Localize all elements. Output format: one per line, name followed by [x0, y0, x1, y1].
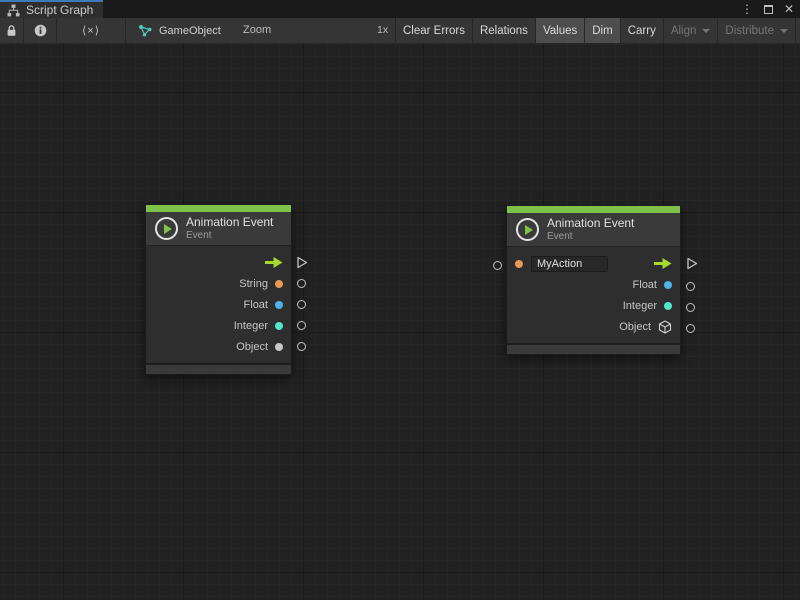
- info-icon: [34, 24, 47, 37]
- node-accent-bar: [146, 205, 291, 212]
- code-view-button[interactable]: ⟨×⟩: [57, 18, 126, 43]
- port-row-string: String: [146, 273, 291, 294]
- window-controls: ⋮ ✕: [741, 0, 794, 18]
- toolbar-right-group: Clear Errors Relations Values Dim Carry …: [395, 18, 800, 43]
- port-row-float: Float: [507, 274, 680, 295]
- lock-button[interactable]: [0, 18, 24, 43]
- graph-canvas[interactable]: Animation Event Event String Float: [0, 44, 800, 600]
- relations-button[interactable]: Relations: [472, 18, 535, 43]
- name-input-row: [507, 253, 680, 274]
- distribute-label: Distribute: [725, 25, 774, 37]
- maximize-icon[interactable]: [764, 5, 773, 14]
- port-label: Float: [633, 279, 657, 291]
- zoom-value: 1x: [377, 18, 388, 43]
- values-button[interactable]: Values: [535, 18, 584, 43]
- tab-title: Script Graph: [26, 3, 93, 17]
- event-play-icon: [516, 218, 539, 241]
- node-subtitle: Event: [547, 231, 634, 243]
- align-button[interactable]: Align: [663, 18, 718, 43]
- clear-errors-button[interactable]: Clear Errors: [395, 18, 472, 43]
- float-output-port[interactable]: [686, 282, 695, 291]
- flow-output-port[interactable]: [296, 256, 308, 269]
- port-row-float: Float: [146, 294, 291, 315]
- animation-event-node-right[interactable]: Animation Event Event Float: [506, 205, 681, 355]
- float-port-dot: [664, 281, 672, 289]
- flow-arrow-icon: [265, 257, 283, 268]
- flow-output-row: [146, 252, 291, 273]
- integer-output-port[interactable]: [686, 303, 695, 312]
- port-label: Float: [244, 299, 268, 311]
- script-graph-window: Script Graph ⋮ ✕: [0, 0, 800, 600]
- toolbar: ⟨×⟩ GameObject Zoom 1x Clear Errors Rela…: [0, 18, 800, 44]
- node-header[interactable]: Animation Event Event: [507, 213, 680, 247]
- port-row-integer: Integer: [146, 315, 291, 336]
- toolbar-left-group: ⟨×⟩: [0, 18, 126, 43]
- dim-button[interactable]: Dim: [584, 18, 619, 43]
- object-port-dot: [275, 343, 283, 351]
- graph-object-icon: [138, 24, 153, 38]
- flow-arrow-icon: [654, 258, 672, 269]
- action-name-input[interactable]: [531, 256, 608, 272]
- node-body: Float Integer Object: [507, 247, 680, 343]
- close-icon[interactable]: ✕: [784, 0, 794, 18]
- node-title: Animation Event: [186, 216, 273, 230]
- node-body: String Float Integer Object: [146, 246, 291, 363]
- graph-tab-icon: [7, 4, 20, 17]
- inspect-button[interactable]: [24, 18, 57, 43]
- object-output-port[interactable]: [686, 324, 695, 333]
- float-output-port[interactable]: [297, 300, 306, 309]
- chevron-down-icon: [702, 29, 710, 33]
- tab-script-graph[interactable]: Script Graph: [0, 0, 103, 18]
- flow-input-port[interactable]: [493, 261, 502, 270]
- node-accent-bar: [507, 206, 680, 213]
- align-label: Align: [671, 25, 697, 37]
- port-label: Integer: [623, 300, 657, 312]
- animation-event-node-left[interactable]: Animation Event Event String Float: [145, 204, 292, 375]
- node-footer[interactable]: [146, 363, 291, 374]
- cube-icon: [658, 320, 672, 334]
- title-bar: Script Graph ⋮ ✕: [0, 0, 800, 18]
- flow-output-port[interactable]: [686, 257, 698, 270]
- string-output-port[interactable]: [297, 279, 306, 288]
- integer-port-dot: [664, 302, 672, 310]
- integer-port-dot: [275, 322, 283, 330]
- string-port-dot: [275, 280, 283, 288]
- graph-picker-label: GameObject: [159, 25, 221, 37]
- port-label: String: [239, 278, 268, 290]
- integer-output-port[interactable]: [297, 321, 306, 330]
- distribute-button[interactable]: Distribute: [717, 18, 795, 43]
- float-port-dot: [275, 301, 283, 309]
- port-label: Object: [619, 321, 651, 333]
- port-row-integer: Integer: [507, 295, 680, 316]
- menu-icon[interactable]: ⋮: [741, 0, 753, 18]
- zoom-label: Zoom: [243, 18, 271, 43]
- object-output-port[interactable]: [297, 342, 306, 351]
- graph-picker[interactable]: GameObject: [138, 18, 221, 43]
- port-label: Integer: [234, 320, 268, 332]
- node-subtitle: Event: [186, 230, 273, 242]
- event-play-icon: [155, 217, 178, 240]
- lock-icon: [6, 24, 17, 37]
- code-view-icon: ⟨×⟩: [82, 24, 100, 37]
- overview-button[interactable]: Overview: [795, 18, 800, 43]
- chevron-down-icon: [780, 29, 788, 33]
- node-footer[interactable]: [507, 343, 680, 354]
- node-title: Animation Event: [547, 217, 634, 231]
- carry-button[interactable]: Carry: [620, 18, 663, 43]
- port-row-object: Object: [507, 316, 680, 337]
- port-label: Object: [236, 341, 268, 353]
- port-row-object: Object: [146, 336, 291, 357]
- node-header[interactable]: Animation Event Event: [146, 212, 291, 246]
- name-input-port-dot: [515, 260, 523, 268]
